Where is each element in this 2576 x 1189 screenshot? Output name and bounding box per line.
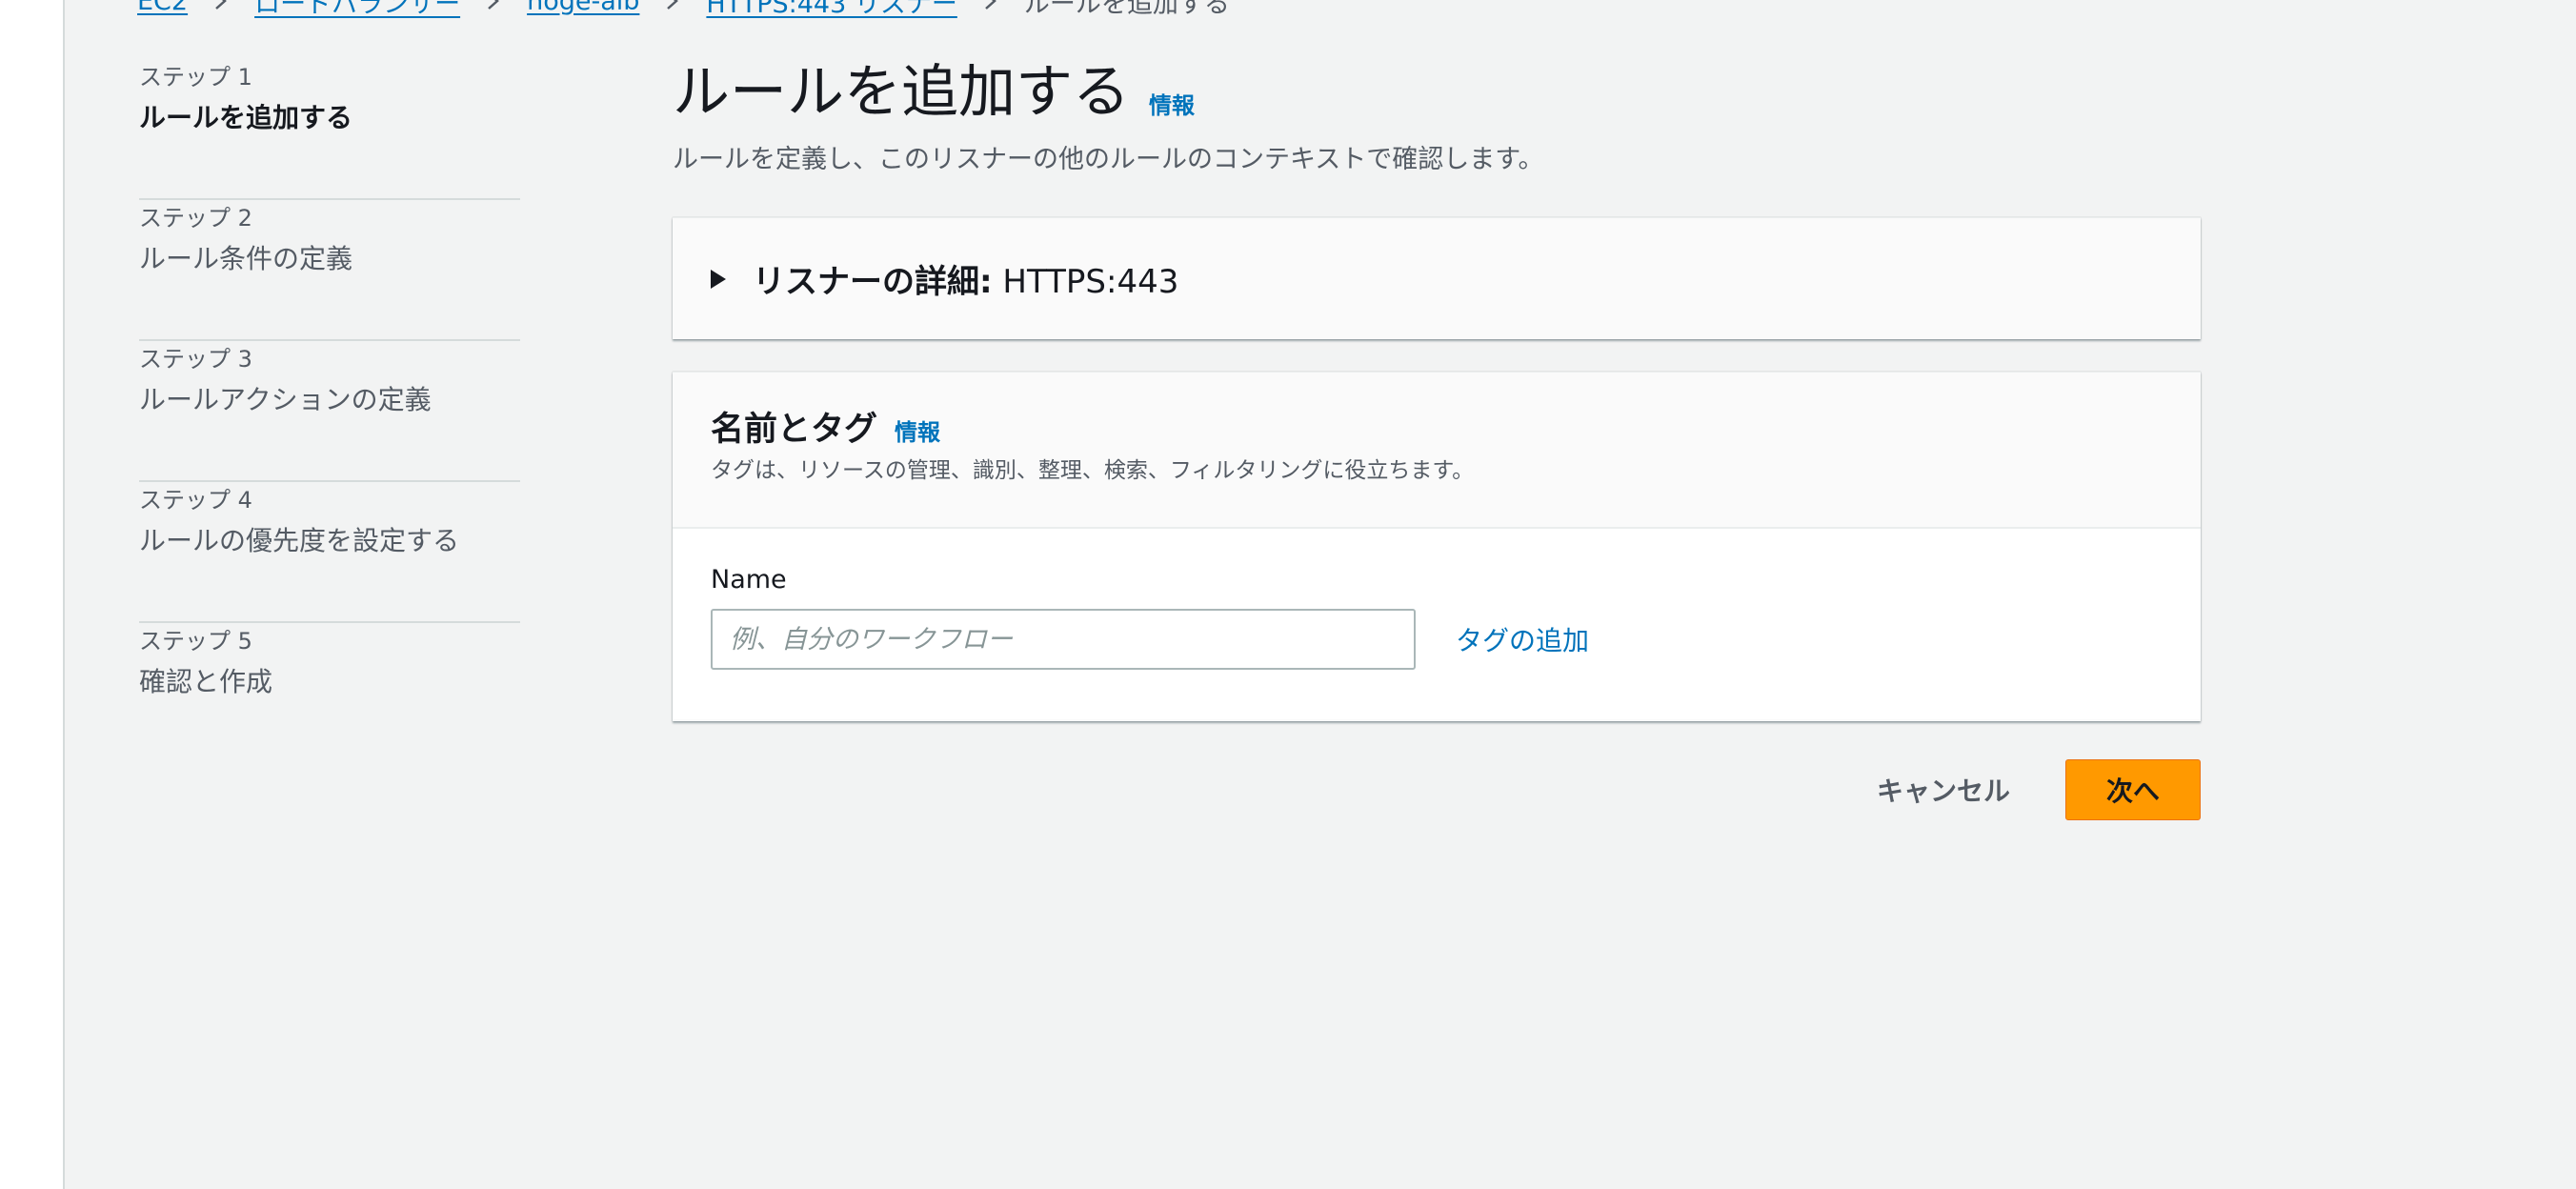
step-title: ルールを追加する [139,102,353,133]
page-description: ルールを定義し、このリスナーの他のルールのコンテキストで確認します。 [673,145,1544,174]
add-tag-link[interactable]: タグの追加 [1456,620,1589,658]
page-info-link[interactable]: 情報 [1149,87,1195,120]
tags-title-row: 名前とタグ 情報 [711,407,2163,453]
step-3: ステップ 3 ルールアクションの定義 [139,341,520,482]
name-input[interactable] [711,609,1416,670]
chevron-right-icon [662,0,683,11]
page-header: ルールを追加する 情報 [673,55,2201,130]
name-and-tags-panel: 名前とタグ 情報 タグは、リソースの管理、識別、整理、検索、フィルタリングに役立… [673,372,2201,721]
caret-right-icon [711,269,726,289]
listener-details-value: HTTPS:443 [1002,263,1179,301]
breadcrumb: EC2 ロードバランサー hoge-alb HTTPS:443 リスナー ルール… [137,0,1230,20]
step-title: ルール条件の定義 [139,243,353,274]
left-rail [0,0,63,1189]
tags-description: タグは、リソースの管理、識別、整理、検索、フィルタリングに役立ちます。 [711,458,1475,483]
tags-title: 名前とタグ [711,411,878,449]
chevron-right-icon [211,0,231,11]
content-area: EC2 ロードバランサー hoge-alb HTTPS:443 リスナー ルール… [65,0,2576,1189]
step-number: ステップ 4 [139,487,252,514]
cancel-button[interactable]: キャンセル [1854,759,2033,820]
tags-body: Name タグの追加 [673,529,2201,719]
step-title: ルールアクションの定義 [139,384,432,415]
breadcrumb-listener[interactable]: HTTPS:443 リスナー [706,0,956,20]
step-title: 確認と作成 [139,666,273,697]
next-button[interactable]: 次へ [2065,759,2201,820]
step-number: ステップ 1 [139,64,252,91]
step-5: ステップ 5 確認と作成 [139,623,520,764]
tags-info-link[interactable]: 情報 [895,413,940,447]
page-title: ルールを追加する [673,59,1130,126]
chevron-right-icon [483,0,504,11]
step-1: ステップ 1 ルールを追加する [139,59,520,200]
step-number: ステップ 5 [139,628,252,655]
step-number: ステップ 2 [139,205,252,232]
step-2: ステップ 2 ルール条件の定義 [139,200,520,341]
form-actions: キャンセル 次へ [673,759,2201,820]
breadcrumb-alb[interactable]: hoge-alb [527,0,639,16]
step-title: ルールの優先度を設定する [139,525,460,556]
listener-details-title: リスナーの詳細: HTTPS:443 [753,255,1178,302]
listener-details-panel[interactable]: リスナーの詳細: HTTPS:443 [673,217,2201,339]
breadcrumb-current: ルールを追加する [1023,0,1230,19]
listener-details-label: リスナーの詳細: [753,263,993,301]
name-field-row: タグの追加 [711,609,2163,670]
step-number: ステップ 3 [139,346,252,373]
page: EC2 ロードバランサー hoge-alb HTTPS:443 リスナー ルール… [0,0,2576,1189]
breadcrumb-ec2[interactable]: EC2 [137,0,188,16]
main-panel: ルールを追加する 情報 ルールを定義し、このリスナーの他のルールのコンテキストで… [673,55,2201,820]
step-4: ステップ 4 ルールの優先度を設定する [139,482,520,623]
wizard-steps: ステップ 1 ルールを追加する ステップ 2 ルール条件の定義 ステップ 3 ル… [139,59,520,764]
tags-header: 名前とタグ 情報 タグは、リソースの管理、識別、整理、検索、フィルタリングに役立… [673,373,2201,529]
chevron-right-icon [980,0,1001,11]
name-label: Name [711,565,787,594]
breadcrumb-load-balancers[interactable]: ロードバランサー [254,0,460,20]
